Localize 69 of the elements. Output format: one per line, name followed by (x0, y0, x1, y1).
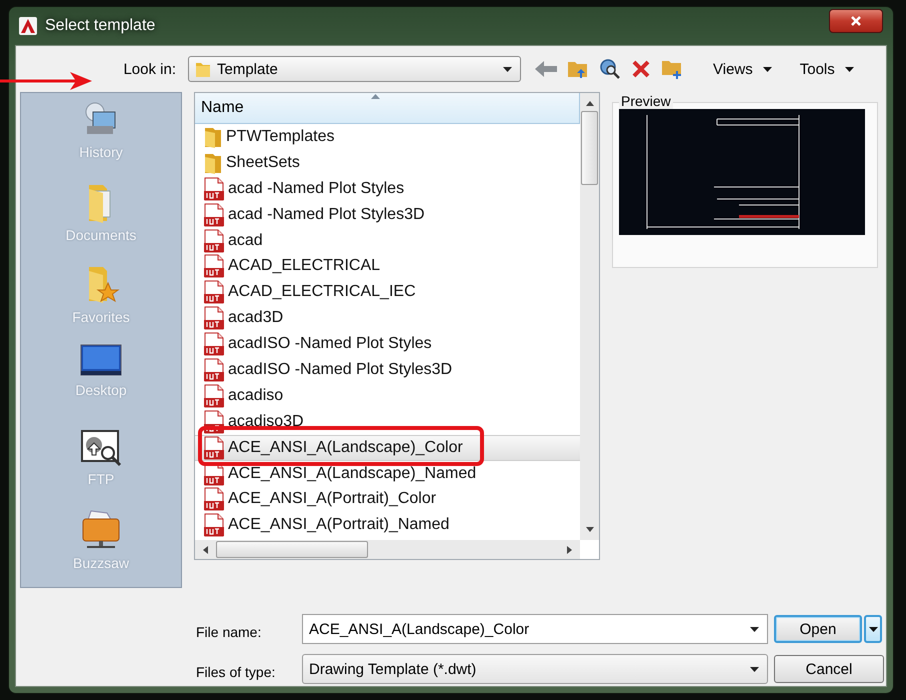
back-button[interactable] (533, 59, 559, 79)
caret-icon (762, 66, 772, 72)
dwt-file-icon (203, 202, 225, 227)
file-type-dropdown[interactable]: Drawing Template (*.dwt) (302, 654, 768, 684)
file-row[interactable]: ACE_ANSI_A(Landscape)_Color (195, 434, 580, 461)
file-row[interactable]: acad -Named Plot Styles3D (195, 202, 580, 228)
close-button[interactable] (829, 9, 883, 33)
file-row[interactable]: acad3D (195, 305, 580, 332)
views-menu[interactable]: Views (709, 60, 757, 78)
open-options-button[interactable] (864, 615, 882, 643)
caret-icon (868, 626, 878, 632)
file-row[interactable]: ACE_ANSI_A(Portrait)_Color (195, 486, 580, 512)
caret-icon (503, 66, 512, 72)
file-row[interactable]: acadiso3D (195, 408, 580, 435)
sort-arrow-icon (371, 94, 380, 99)
folder-icon (195, 60, 211, 78)
look-in-label: Look in: (122, 60, 177, 78)
vertical-scrollbar[interactable] (580, 93, 599, 540)
dwt-file-icon (203, 513, 225, 538)
dwt-file-icon (203, 228, 225, 252)
search-globe-icon (599, 58, 621, 80)
folder-icon (203, 126, 223, 148)
file-row[interactable]: SheetSets (195, 150, 580, 176)
delete-icon (631, 59, 651, 79)
look-in-dropdown[interactable]: Template (188, 56, 521, 82)
app-logo-icon (19, 17, 37, 35)
file-row[interactable]: ACAD_ELECTRICAL_IEC (195, 279, 580, 306)
file-row[interactable]: ACAD_ELECTRICAL (195, 253, 580, 280)
scroll-right-icon (567, 546, 572, 554)
cancel-button[interactable]: Cancel (774, 655, 884, 683)
new-folder-icon (661, 59, 683, 79)
dwt-file-icon (203, 358, 225, 382)
file-row[interactable]: ACE_ANSI_A(Landscape)_Named (195, 460, 580, 486)
dwt-file-icon (203, 436, 225, 460)
file-name-label: File name: (196, 623, 262, 640)
scroll-up-icon (586, 101, 594, 106)
dwt-file-icon (203, 332, 225, 356)
open-button[interactable]: Open (774, 615, 862, 643)
dwt-file-icon (203, 384, 225, 408)
folder-icon (203, 152, 223, 174)
tools-menu[interactable]: Tools (796, 60, 839, 78)
scrollbar-thumb[interactable] (581, 111, 598, 185)
desktop-icon (80, 344, 122, 378)
caret-icon (844, 66, 854, 72)
file-row[interactable]: acad (195, 228, 580, 254)
scrollbar-thumb[interactable] (216, 541, 368, 558)
file-row[interactable]: acadiso (195, 382, 580, 409)
file-type-label: Files of type: (196, 663, 276, 680)
window-title: Select template (45, 17, 156, 35)
dwt-file-icon (203, 306, 225, 330)
file-row[interactable]: acad -Named Plot Styles (195, 176, 580, 202)
file-row[interactable]: acadISO -Named Plot Styles3D (195, 357, 580, 383)
dwt-file-icon (203, 176, 225, 201)
dwt-file-icon (203, 280, 225, 304)
dwt-file-icon (203, 254, 225, 278)
file-row[interactable]: acadISO -Named Plot Styles (195, 331, 580, 358)
back-arrow-icon (535, 61, 557, 77)
horizontal-scrollbar[interactable] (195, 540, 580, 559)
close-icon (850, 15, 862, 27)
file-row[interactable]: ACE_ANSI_A(Portrait)_Named (195, 512, 580, 538)
scroll-left-icon (203, 546, 208, 554)
file-row[interactable]: PTWTemplates (195, 124, 580, 150)
scroll-down-icon (586, 527, 594, 532)
folder-up-icon (567, 59, 589, 79)
file-name-field[interactable]: ACE_ANSI_A(Landscape)_Color (302, 614, 768, 644)
dwt-file-icon (203, 487, 225, 512)
caret-icon (750, 666, 759, 672)
caret-icon (750, 626, 759, 632)
preview-label: Preview (619, 93, 673, 109)
